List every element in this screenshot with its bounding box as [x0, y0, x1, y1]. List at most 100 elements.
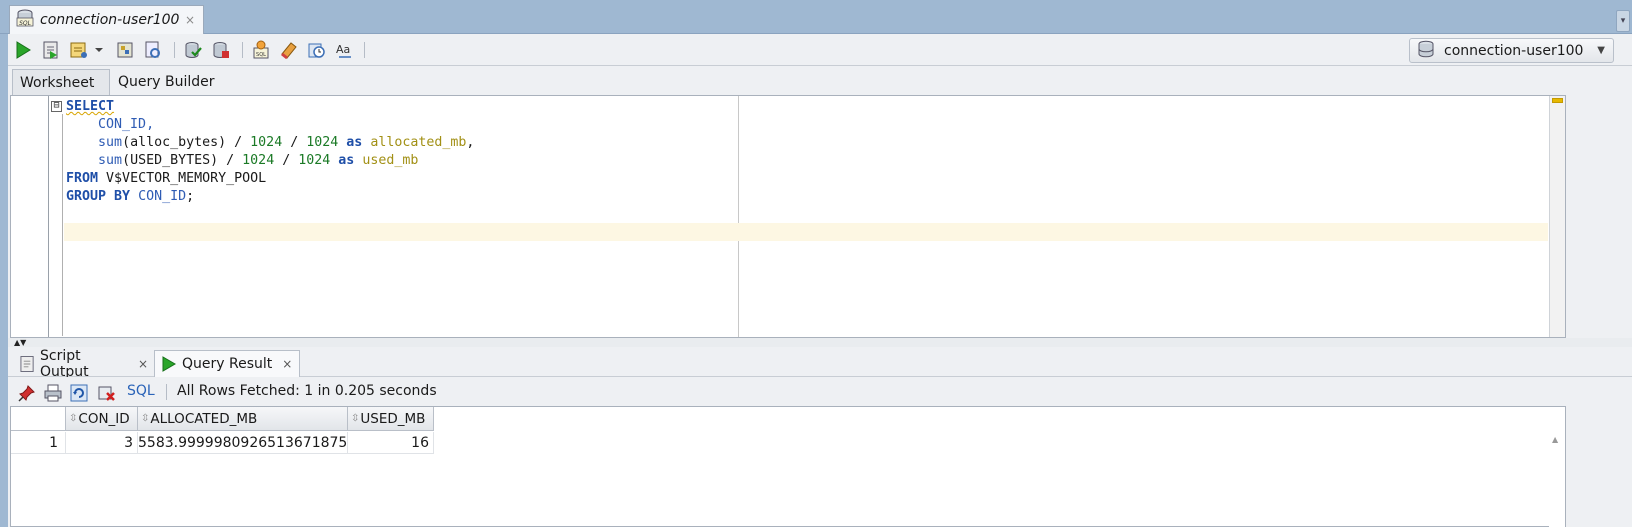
chevron-down-icon	[95, 48, 103, 52]
sort-icon[interactable]: ⇳	[141, 413, 150, 424]
cell-allocated-mb[interactable]: 5583.9999980926513671875	[138, 432, 348, 454]
worksheet-toolbar: SQL Aa connection-user100 ▼	[8, 34, 1632, 66]
fold-guide	[62, 114, 63, 336]
history-icon	[308, 43, 325, 58]
refresh-icon	[70, 384, 88, 402]
splitter-arrows-icon[interactable]: ▲▼	[14, 338, 26, 347]
tab-label: Query Result	[182, 356, 273, 372]
keyword-from: FROM	[66, 171, 99, 186]
number-literal: 1024	[298, 153, 331, 168]
rollback-button[interactable]	[210, 39, 232, 61]
autotrace-dropdown[interactable]	[92, 39, 106, 61]
toolbar-separator	[364, 42, 365, 58]
run-statement-button[interactable]	[12, 39, 34, 61]
column-header-allocated-mb[interactable]: ⇳ ALLOCATED_MB	[138, 407, 348, 431]
column-header-con-id[interactable]: ⇳ CON_ID	[66, 407, 138, 431]
close-icon[interactable]: ×	[282, 357, 292, 371]
format-button[interactable]: Aa	[334, 39, 356, 61]
explain-plan-icon	[117, 42, 133, 58]
tab-list-dropdown[interactable]: ▾	[1616, 10, 1630, 32]
commit-icon	[185, 42, 202, 58]
database-icon	[1416, 39, 1436, 63]
worksheet-tabs: Worksheet Query Builder	[8, 66, 1632, 95]
chevron-down-icon: ▼	[1597, 45, 1605, 56]
sort-icon[interactable]: ⇳	[351, 413, 360, 424]
column-header-used-mb[interactable]: ⇳ USED_MB	[348, 407, 434, 431]
freeze-view-button[interactable]	[16, 382, 38, 404]
results-grid[interactable]: ⇳ CON_ID ⇳ ALLOCATED_MB ⇳ USED_MB 1 3 55…	[10, 406, 1566, 527]
sum-argument: (USED_BYTES)	[122, 153, 219, 168]
close-icon[interactable]: ×	[138, 357, 148, 371]
connection-label: connection-user100	[1444, 42, 1584, 59]
play-icon	[16, 41, 31, 59]
results-toolbar: SQL All Rows Fetched: 1 in 0.205 seconds	[8, 377, 1632, 406]
format-text-icon: Aa	[336, 43, 351, 58]
tab-label: Script Output	[40, 347, 89, 380]
keyword-as: as	[338, 153, 355, 168]
alias-used-mb: used_mb	[362, 153, 419, 168]
sql-code: SELECT CON_ID, sum(alloc_bytes) / 1024 /…	[66, 99, 475, 204]
eraser-icon	[281, 42, 297, 60]
tab-script-output[interactable]: Script Output ×	[14, 347, 154, 380]
right-margin-line	[738, 96, 739, 337]
output-tabs: Script Output × Query Result ×	[8, 347, 1632, 380]
alias-allocated-mb: allocated_mb	[370, 135, 467, 150]
play-icon	[162, 356, 176, 372]
sql-tuning-advisor-button[interactable]	[142, 39, 164, 61]
commit-button[interactable]	[182, 39, 204, 61]
toolbar-separator	[166, 384, 167, 400]
document-tab-connection[interactable]: SQL connection-user100 ×	[9, 5, 204, 34]
grid-scrollbar[interactable]: ▲	[1549, 431, 1565, 527]
cell-used-mb[interactable]: 16	[348, 432, 434, 454]
script-output-icon	[20, 355, 34, 372]
cancel-icon	[98, 386, 115, 401]
sql-editor[interactable]: ⊟ SELECT CON_ID, sum(alloc_bytes) / 1024…	[10, 95, 1566, 338]
number-literal: 1024	[242, 153, 275, 168]
rollback-icon	[213, 42, 229, 58]
sql-worksheet-icon: SQL	[14, 7, 36, 33]
document-tab-strip: SQL connection-user100 × ▾	[0, 0, 1632, 34]
print-icon	[44, 384, 62, 402]
svg-text:SQL: SQL	[256, 52, 266, 58]
keyword-select: SELECT	[66, 99, 115, 114]
sql-link[interactable]: SQL	[127, 383, 155, 399]
editor-scrollbar[interactable]	[1549, 96, 1565, 337]
fold-collapse-icon[interactable]: ⊟	[51, 101, 62, 112]
toolbar-separator	[242, 42, 243, 58]
column-header-label: CON_ID	[78, 410, 130, 427]
pin-icon	[18, 385, 35, 402]
cancel-query-button[interactable]	[96, 382, 118, 404]
run-script-button[interactable]	[40, 39, 62, 61]
clear-button[interactable]	[278, 39, 300, 61]
svg-text:SQL: SQL	[19, 20, 31, 27]
row-number-header	[11, 407, 66, 431]
function-sum: sum	[98, 153, 123, 168]
tab-worksheet[interactable]: Worksheet	[12, 69, 110, 95]
unshared-sql-worksheet-button[interactable]: SQL	[250, 39, 272, 61]
column-con-id: CON_ID,	[98, 117, 155, 132]
sql-history-button[interactable]	[306, 39, 328, 61]
refresh-button[interactable]	[68, 382, 90, 404]
unshared-worksheet-icon: SQL	[253, 40, 269, 59]
close-icon[interactable]: ×	[185, 13, 195, 27]
scroll-up-icon[interactable]: ▲	[1552, 435, 1558, 444]
tab-query-result[interactable]: Query Result ×	[154, 350, 300, 377]
cell-con-id[interactable]: 3	[66, 432, 138, 454]
sum-argument: (alloc_bytes)	[122, 135, 227, 150]
autotrace-button[interactable]	[68, 39, 90, 61]
connection-selector[interactable]: connection-user100 ▼	[1409, 38, 1614, 63]
print-button[interactable]	[42, 382, 64, 404]
pane-splitter[interactable]: ▲▼	[8, 338, 1632, 347]
sort-icon[interactable]: ⇳	[69, 413, 78, 424]
tab-query-builder[interactable]: Query Builder	[111, 69, 222, 95]
function-sum: sum	[98, 135, 123, 150]
tuning-advisor-icon	[145, 41, 160, 58]
explain-plan-button[interactable]	[114, 39, 136, 61]
column-header-label: USED_MB	[360, 410, 426, 427]
view-name: V$VECTOR_MEMORY_POOL	[106, 171, 267, 186]
group-column: CON_ID	[138, 189, 187, 204]
current-line-highlight	[64, 223, 1548, 241]
number-literal: 1024	[250, 135, 283, 150]
warning-marker[interactable]	[1552, 98, 1563, 103]
run-script-icon	[43, 41, 58, 59]
